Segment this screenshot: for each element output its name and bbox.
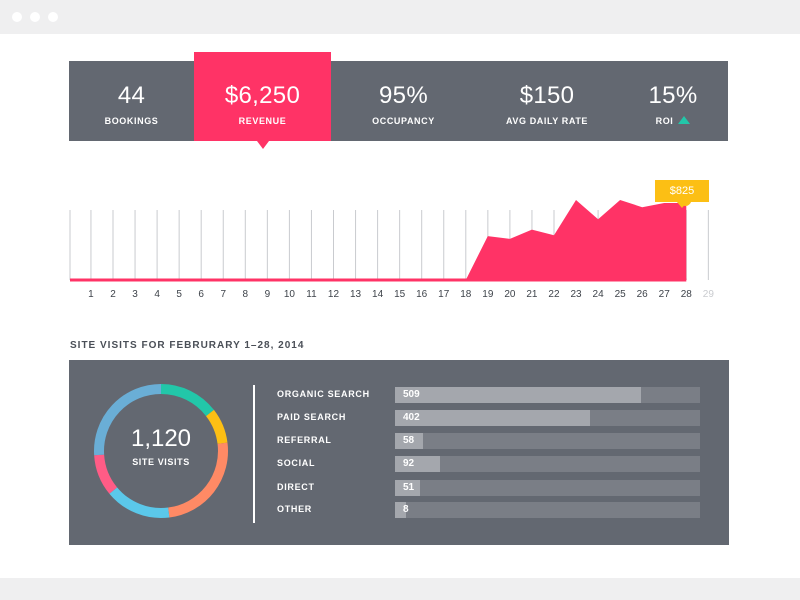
kpi-revenue[interactable]: $6,250 REVENUE [194, 52, 331, 149]
x-tick-label: 11 [306, 289, 317, 300]
traffic-bar-track: 58 [395, 433, 700, 449]
x-tick-label: 15 [394, 289, 406, 300]
x-tick-label: 5 [176, 289, 182, 300]
panel-divider [253, 385, 255, 523]
x-tick-label: 27 [659, 289, 671, 300]
x-tick-label: 10 [284, 289, 296, 300]
site-visits-total: 1,120 [130, 425, 192, 452]
site-visits-title: SITE VISITS FOR FEBRURARY 1–28, 2014 [70, 340, 305, 351]
chart-tooltip: $825 [655, 180, 709, 208]
x-tick-label: 24 [593, 289, 605, 300]
traffic-bar-fill [395, 410, 590, 426]
traffic-bar-fill [395, 456, 440, 472]
x-tick-label: 1 [88, 289, 94, 300]
kpi-value: 44 [117, 82, 146, 109]
x-tick-label: 23 [570, 289, 582, 300]
traffic-source-value: 51 [403, 482, 415, 493]
x-tick-label: 2 [110, 289, 116, 300]
x-tick-label: 29 [703, 289, 715, 300]
traffic-source-value: 402 [403, 412, 420, 423]
x-tick-label: 21 [526, 289, 538, 300]
window-footer [0, 578, 800, 600]
site-visits-caption: SITE VISITS [132, 457, 190, 467]
x-tick-label: 22 [548, 289, 560, 300]
x-tick-label: 26 [637, 289, 649, 300]
x-tick-label: 16 [416, 289, 428, 300]
traffic-source-value: 8 [403, 504, 409, 515]
x-tick-label: 8 [243, 289, 249, 300]
kpi-label: ROI [655, 116, 674, 126]
traffic-bar-track: 8 [395, 502, 700, 518]
traffic-source-label: REFERRAL [277, 435, 332, 445]
traffic-bar-track: 509 [395, 387, 700, 403]
kpi-label: BOOKINGS [104, 116, 159, 126]
donut-segment[interactable] [109, 487, 170, 518]
kpi-bar: 44 BOOKINGS $6,250 REVENUE 95% OCCUPANCY… [69, 52, 728, 149]
kpi-label-wrap: ROI [618, 116, 728, 126]
kpi-avg-daily-rate[interactable]: $150 AVG DAILY RATE [476, 61, 618, 141]
active-pointer [256, 141, 269, 149]
x-tick-label: 18 [460, 289, 472, 300]
traffic-bar-track: 92 [395, 456, 700, 472]
kpi-value: $150 [519, 82, 575, 109]
window-control-dot[interactable] [48, 12, 58, 22]
kpi-value: $6,250 [224, 82, 301, 109]
x-tick-label: 3 [132, 289, 138, 300]
traffic-source-label: DIRECT [277, 482, 315, 492]
x-tick-label: 9 [265, 289, 271, 300]
traffic-bar-track: 51 [395, 480, 700, 496]
x-tick-label: 17 [438, 289, 450, 300]
window-control-dot[interactable] [12, 12, 22, 22]
traffic-source-value: 509 [403, 389, 420, 400]
traffic-bar-fill [395, 387, 642, 403]
x-tick-label: 12 [328, 289, 340, 300]
kpi-label: OCCUPANCY [372, 116, 435, 126]
traffic-bar-track: 402 [395, 410, 700, 426]
x-tick-label: 6 [198, 289, 204, 300]
area-series [70, 200, 687, 280]
kpi-bookings[interactable]: 44 BOOKINGS [69, 61, 194, 141]
kpi-value: 15% [648, 82, 698, 109]
window-titlebar [0, 0, 800, 34]
x-tick-label: 20 [504, 289, 516, 300]
kpi-occupancy[interactable]: 95% OCCUPANCY [331, 61, 476, 141]
donut-segment[interactable] [205, 409, 228, 445]
kpi-label: AVG DAILY RATE [505, 116, 589, 126]
x-tick-label: 19 [482, 289, 494, 300]
donut-center: 1,120 SITE VISITS [111, 425, 211, 467]
x-tick-label: 28 [681, 289, 693, 300]
kpi-value: 95% [379, 82, 428, 109]
window-control-dot[interactable] [30, 12, 40, 22]
traffic-source-label: SOCIAL [277, 458, 316, 468]
x-tick-label: 14 [372, 289, 384, 300]
traffic-source-value: 58 [403, 435, 415, 446]
x-tick-label: 7 [220, 289, 226, 300]
kpi-label: REVENUE [238, 116, 287, 126]
traffic-source-label: OTHER [277, 504, 312, 514]
x-tick-label: 13 [350, 289, 362, 300]
traffic-source-label: PAID SEARCH [277, 412, 347, 422]
x-tick-label: 4 [154, 289, 160, 300]
donut-segment[interactable] [160, 384, 214, 417]
traffic-source-label: ORGANIC SEARCH [277, 389, 370, 399]
trend-up-icon [678, 116, 691, 124]
kpi-roi[interactable]: 15% ROI [618, 61, 728, 141]
traffic-source-value: 92 [403, 458, 415, 469]
x-tick-label: 25 [615, 289, 627, 300]
